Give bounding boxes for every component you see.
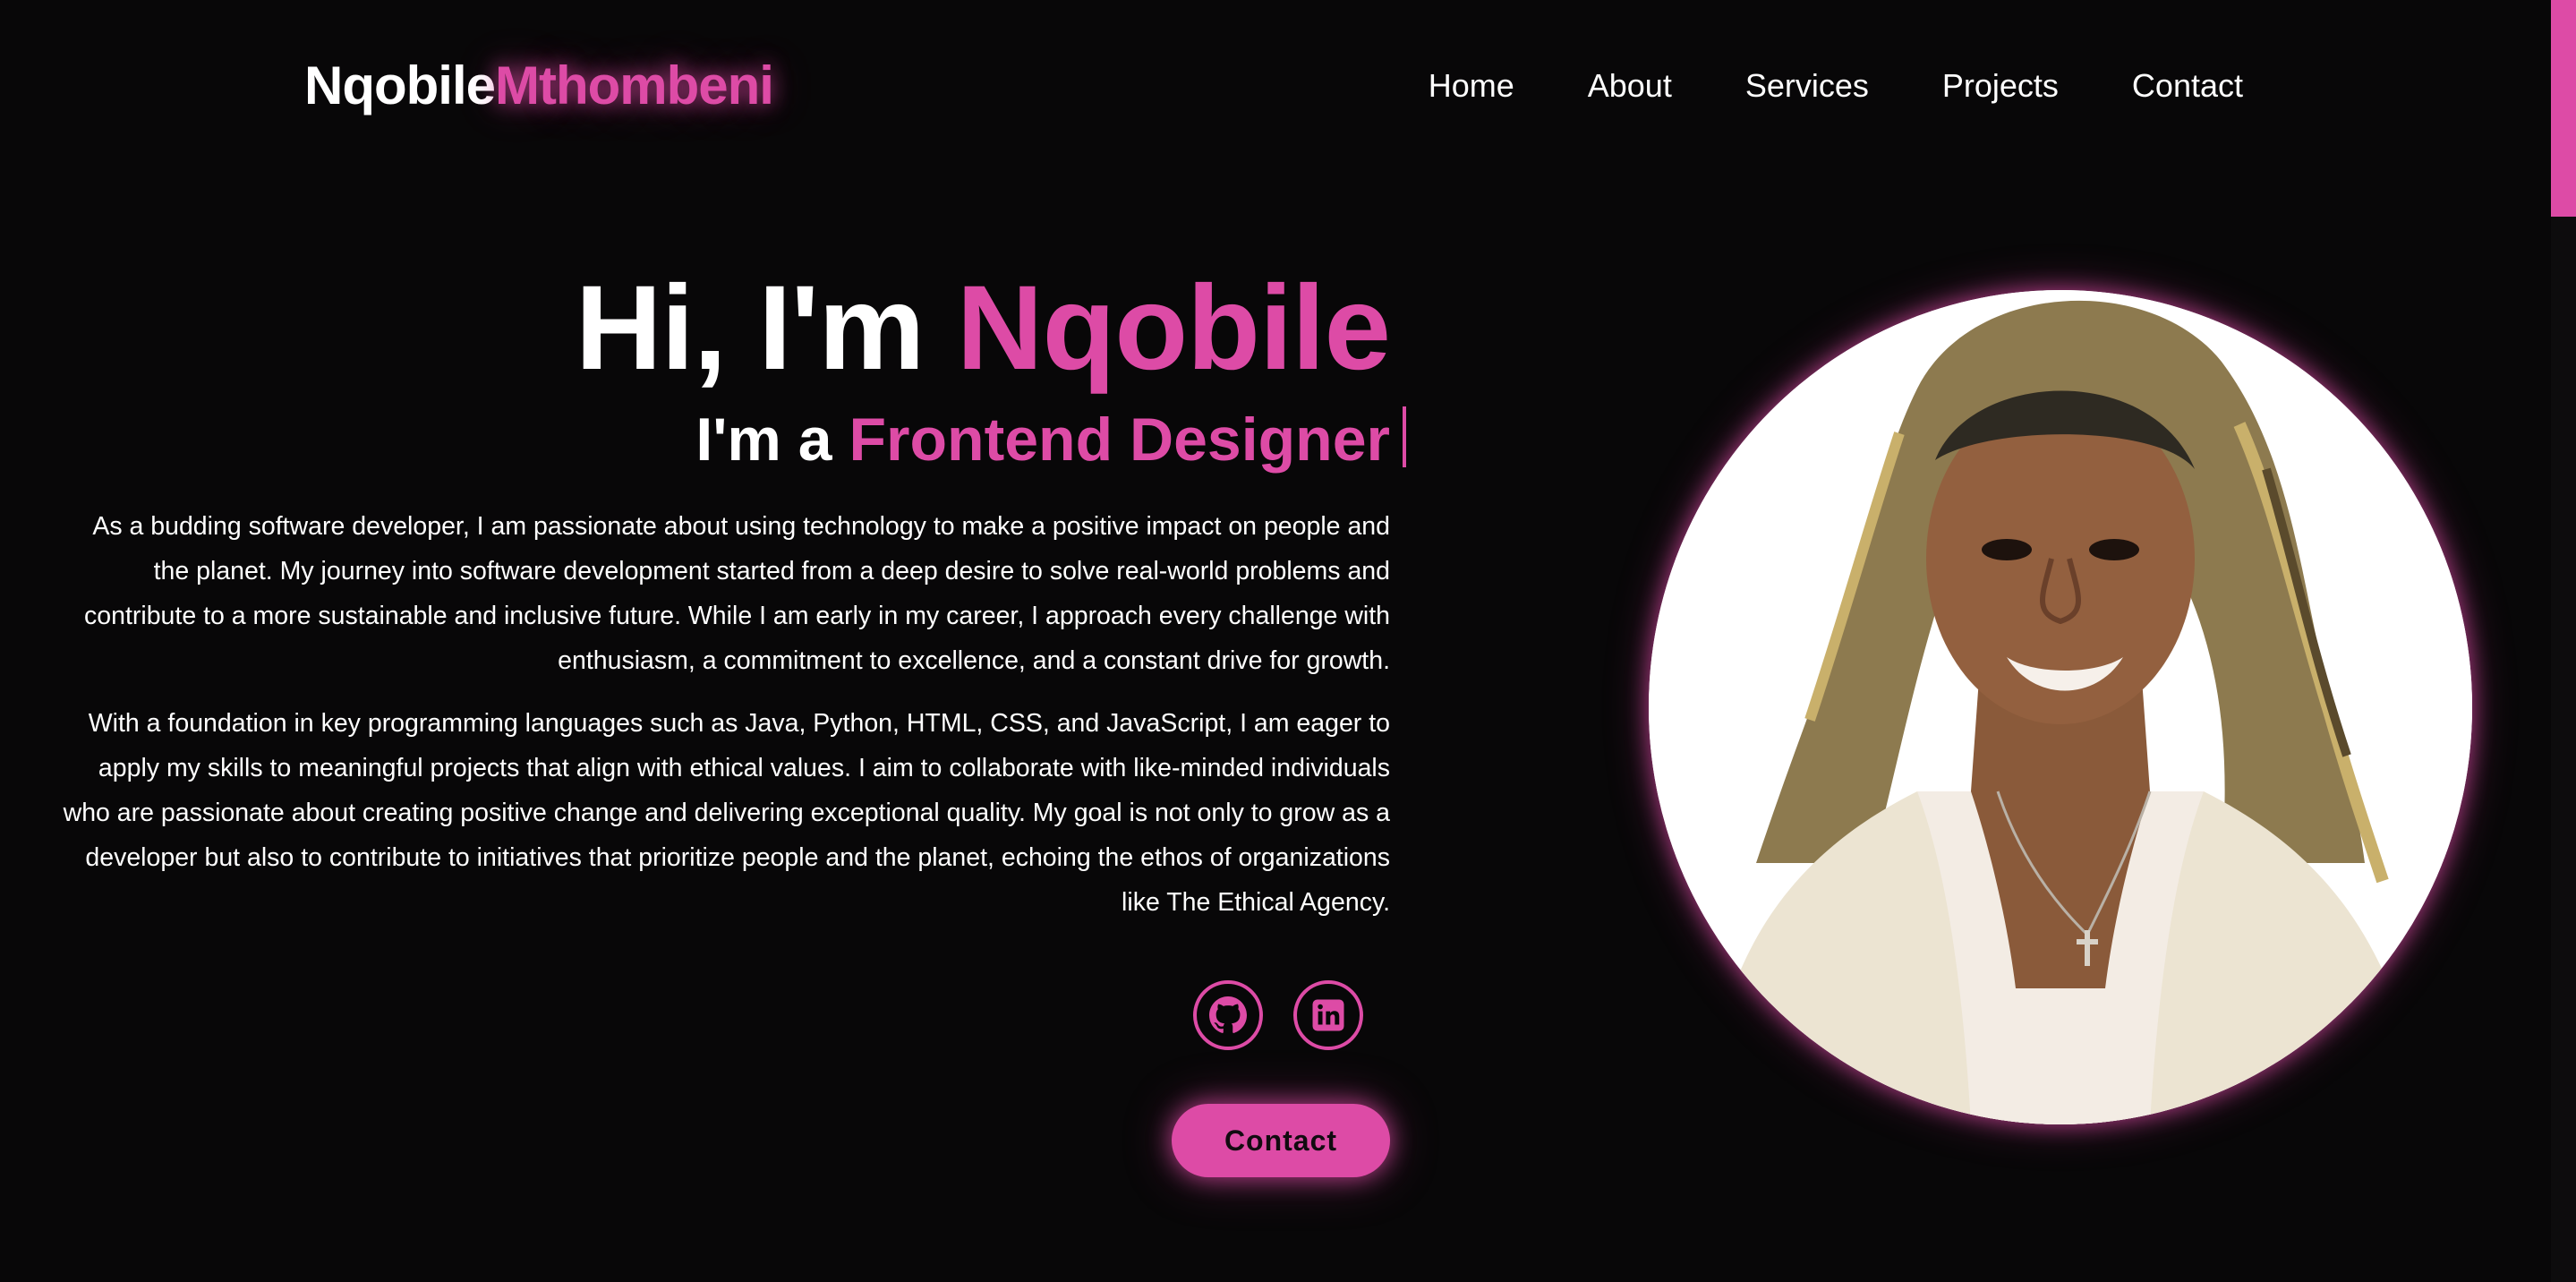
bio-paragraph: As a budding software developer, I am pa… [84, 512, 1390, 675]
github-icon [1209, 996, 1247, 1033]
portrait-illustration [1649, 290, 2472, 1124]
logo-first-name: Nqobile [304, 56, 496, 115]
github-link[interactable] [1193, 980, 1263, 1050]
linkedin-link[interactable] [1293, 980, 1363, 1050]
nav-link-home[interactable]: Home [1429, 70, 1514, 102]
hero-name: Nqobile [956, 261, 1391, 395]
hero-section: Hi, I'm Nqobile I'm a Frontend Designer … [54, 269, 1406, 1177]
social-links [54, 980, 1390, 1050]
role-prefix: I'm a [695, 406, 849, 474]
scrollbar-thumb[interactable] [2551, 0, 2576, 217]
typing-caret [1403, 406, 1406, 467]
site-logo[interactable]: NqobileMthombeni [304, 56, 774, 115]
nav-link-services[interactable]: Services [1745, 70, 1869, 102]
hero-title: Hi, I'm Nqobile [54, 269, 1391, 389]
main-nav: Home About Services Projects Contact [1429, 70, 2243, 102]
portfolio-page: NqobileMthombeni Home About Services Pro… [0, 0, 2576, 1282]
nav-link-projects[interactable]: Projects [1942, 70, 2059, 102]
profile-photo [1649, 290, 2472, 1124]
hero-subtitle: I'm a Frontend Designer [54, 406, 1406, 470]
nav-link-contact[interactable]: Contact [2132, 70, 2243, 102]
hero-greeting: Hi, I'm [575, 261, 957, 395]
bio-paragraph: With a foundation in key programming lan… [63, 709, 1390, 917]
contact-button[interactable]: Contact [1172, 1104, 1390, 1177]
logo-last-name: Mthombeni [495, 56, 774, 115]
linkedin-icon [1312, 999, 1344, 1031]
nav-link-about[interactable]: About [1588, 70, 1672, 102]
role-text: Frontend Designer [849, 406, 1391, 474]
scrollbar[interactable] [2551, 0, 2576, 1282]
bio-text: As a budding software developer, I am pa… [54, 504, 1390, 925]
